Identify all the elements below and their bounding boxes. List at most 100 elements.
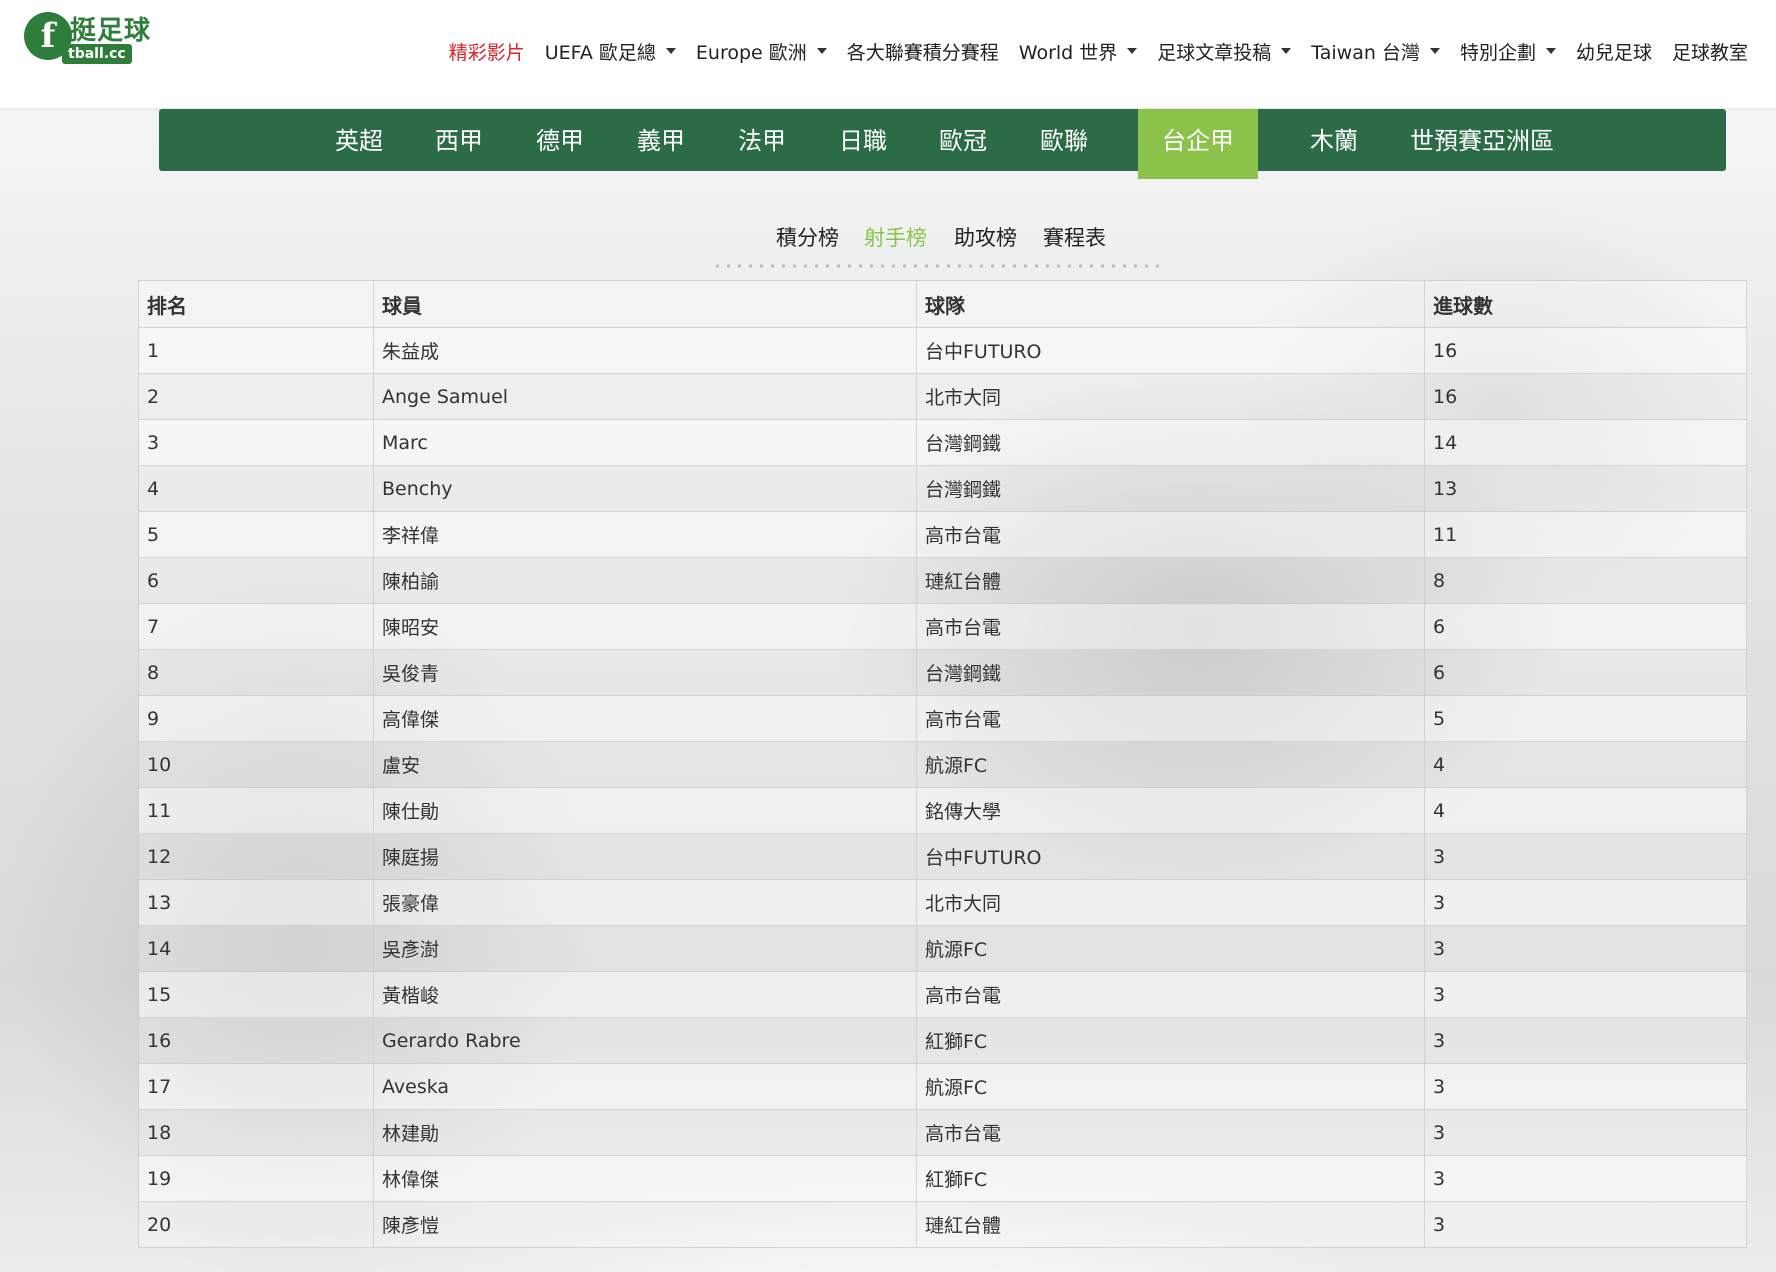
- topnav-item-0[interactable]: 精彩影片: [439, 38, 535, 65]
- player-cell: 李祥偉: [373, 511, 917, 558]
- league-tab-8[interactable]: 台企甲: [1138, 109, 1258, 179]
- chevron-down-icon: [1127, 48, 1138, 54]
- player-cell: 吳彥澍: [373, 925, 917, 972]
- topnav-item-1[interactable]: UEFA 歐足總: [535, 38, 686, 65]
- subtab-3[interactable]: 賽程表: [1043, 222, 1106, 252]
- goals-cell: 4: [1424, 787, 1747, 834]
- topnav-item-7[interactable]: 特別企劃: [1450, 38, 1566, 65]
- league-tab-3[interactable]: 義甲: [611, 109, 711, 171]
- league-tab-6[interactable]: 歐冠: [913, 109, 1013, 171]
- topnav-item-label: World 世界: [1018, 41, 1118, 64]
- goals-cell: 11: [1424, 511, 1747, 558]
- goals-cell: 6: [1424, 603, 1747, 650]
- column-header: 球隊: [916, 280, 1425, 328]
- player-cell: Ange Samuel: [373, 373, 917, 420]
- team-cell: 高市台電: [916, 511, 1425, 558]
- league-tab-1[interactable]: 西甲: [409, 109, 509, 171]
- team-cell: 航源FC: [916, 741, 1425, 788]
- topnav-item-6[interactable]: Taiwan 台灣: [1301, 38, 1450, 65]
- rank-cell: 2: [138, 373, 374, 420]
- topnav-item-9[interactable]: 足球教室: [1662, 38, 1758, 65]
- rank-cell: 16: [138, 1017, 374, 1064]
- topnav-item-8[interactable]: 幼兒足球: [1566, 38, 1662, 65]
- rank-cell: 13: [138, 879, 374, 926]
- table-row: 15 黃楷峻 高市台電 3: [138, 971, 1747, 1018]
- team-cell: 航源FC: [916, 1063, 1425, 1110]
- topnav-item-label: 各大聯賽積分賽程: [846, 41, 999, 64]
- column-header: 排名: [138, 280, 374, 328]
- site-header: f 挺足球 tball.cc 精彩影片 UEFA 歐足總 Europe 歐洲 各大聯賽…: [0, 0, 1776, 108]
- chevron-down-icon: [1545, 48, 1556, 54]
- subtab-1[interactable]: 射手榜: [864, 222, 927, 252]
- topnav-item-label: Europe 歐洲: [695, 41, 807, 64]
- team-cell: 高市台電: [916, 971, 1425, 1018]
- rank-cell: 20: [138, 1201, 374, 1248]
- player-cell: 陳庭揚: [373, 833, 917, 880]
- goals-cell: 16: [1424, 373, 1747, 420]
- topnav-item-label: 精彩影片: [448, 41, 525, 64]
- table-row: 20 陳彥愷 璉紅台體 3: [138, 1201, 1747, 1248]
- table-row: 8 吳俊青 台灣鋼鐵 6: [138, 649, 1747, 696]
- player-cell: 吳俊青: [373, 649, 917, 696]
- dotted-divider: [712, 264, 1164, 268]
- league-tab-10[interactable]: 世預賽亞洲區: [1392, 109, 1572, 171]
- goals-cell: 3: [1424, 1109, 1747, 1156]
- topnav-item-label: 特別企劃: [1459, 41, 1536, 64]
- rank-cell: 1: [138, 327, 374, 374]
- table-row: 14 吳彥澍 航源FC 3: [138, 925, 1747, 972]
- topnav-item-label: Taiwan 台灣: [1311, 41, 1420, 64]
- table-row: 4 Benchy 台灣鋼鐵 13: [138, 465, 1747, 512]
- goals-cell: 13: [1424, 465, 1747, 512]
- rank-cell: 6: [138, 557, 374, 604]
- rank-cell: 5: [138, 511, 374, 558]
- player-cell: 陳彥愷: [373, 1201, 917, 1248]
- topnav-item-3[interactable]: 各大聯賽積分賽程: [837, 38, 1009, 65]
- league-tab-4[interactable]: 法甲: [712, 109, 812, 171]
- player-cell: 陳昭安: [373, 603, 917, 650]
- goals-cell: 8: [1424, 557, 1747, 604]
- player-cell: 張豪偉: [373, 879, 917, 926]
- goals-cell: 6: [1424, 649, 1747, 696]
- player-cell: 陳柏諭: [373, 557, 917, 604]
- logo-text-en: tball.cc: [62, 44, 132, 64]
- league-tab-0[interactable]: 英超: [309, 109, 409, 171]
- team-cell: 高市台電: [916, 603, 1425, 650]
- topnav-item-5[interactable]: 足球文章投稿: [1147, 38, 1301, 65]
- league-tab-5[interactable]: 日職: [813, 109, 913, 171]
- player-cell: Marc: [373, 419, 917, 466]
- player-cell: 林建勛: [373, 1109, 917, 1156]
- topnav-item-4[interactable]: World 世界: [1009, 38, 1148, 65]
- team-cell: 璉紅台體: [916, 557, 1425, 604]
- team-cell: 高市台電: [916, 695, 1425, 742]
- player-cell: 盧安: [373, 741, 917, 788]
- topnav-item-2[interactable]: Europe 歐洲: [686, 38, 837, 65]
- table-row: 16 Gerardo Rabre 紅獅FC 3: [138, 1017, 1747, 1064]
- table-row: 11 陳仕勛 銘傳大學 4: [138, 787, 1747, 834]
- league-tab-7[interactable]: 歐聯: [1014, 109, 1114, 171]
- goals-cell: 16: [1424, 327, 1747, 374]
- rank-cell: 17: [138, 1063, 374, 1110]
- team-cell: 台灣鋼鐵: [916, 465, 1425, 512]
- player-cell: Benchy: [373, 465, 917, 512]
- table-row: 13 張豪偉 北市大同 3: [138, 879, 1747, 926]
- table-row: 6 陳柏諭 璉紅台體 8: [138, 557, 1747, 604]
- team-cell: 北市大同: [916, 373, 1425, 420]
- site-logo[interactable]: f 挺足球 tball.cc: [22, 10, 168, 66]
- team-cell: 紅獅FC: [916, 1155, 1425, 1202]
- league-tab-2[interactable]: 德甲: [510, 109, 610, 171]
- logo-text-cn: 挺足球: [70, 16, 152, 46]
- standings-subtabs: 積分榜 射手榜 助攻榜 賽程表: [0, 222, 1776, 252]
- rank-cell: 12: [138, 833, 374, 880]
- rank-cell: 14: [138, 925, 374, 972]
- rank-cell: 11: [138, 787, 374, 834]
- player-cell: 陳仕勛: [373, 787, 917, 834]
- rank-cell: 10: [138, 741, 374, 788]
- subtab-0[interactable]: 積分榜: [776, 222, 839, 252]
- column-header: 球員: [373, 280, 917, 328]
- table-row: 10 盧安 航源FC 4: [138, 741, 1747, 788]
- team-cell: 台中FUTURO: [916, 327, 1425, 374]
- league-tab-9[interactable]: 木蘭: [1284, 109, 1384, 171]
- table-body: 1 朱益成 台中FUTURO 16 2 Ange Samuel 北市大同 16 3 Marc 台灣鋼…: [138, 327, 1747, 1248]
- subtab-2[interactable]: 助攻榜: [954, 222, 1017, 252]
- table-row: 3 Marc 台灣鋼鐵 14: [138, 419, 1747, 466]
